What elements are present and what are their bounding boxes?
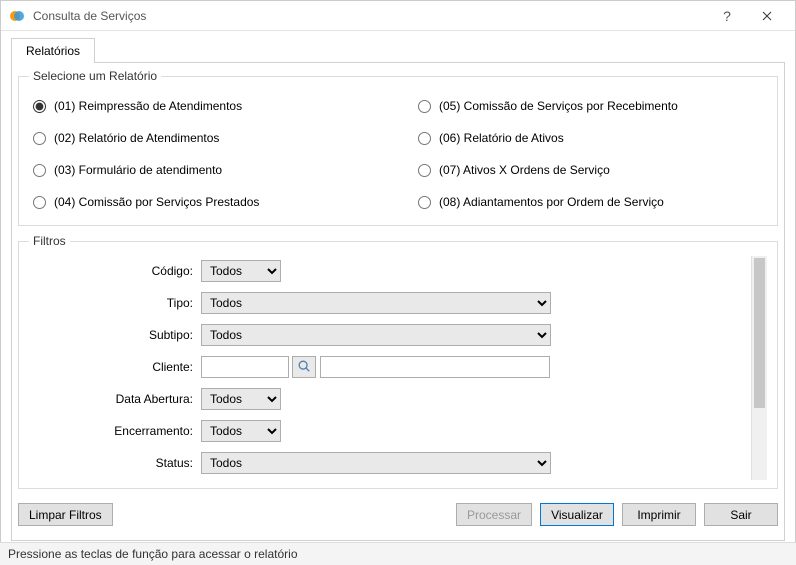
processar-button: Processar [456,503,532,526]
select-tipo[interactable]: Todos [201,292,551,314]
input-cliente-name[interactable] [320,356,550,378]
report-label: (03) Formulário de atendimento [54,163,222,177]
titlebar: Consulta de Serviços ? [1,1,795,31]
report-label: (06) Relatório de Ativos [439,131,564,145]
report-radio-06[interactable] [418,132,431,145]
report-radio-05[interactable] [418,100,431,113]
report-radio-08[interactable] [418,196,431,209]
report-option-08[interactable]: (08) Adiantamentos por Ordem de Serviço [418,195,763,209]
report-option-05[interactable]: (05) Comissão de Serviços por Recebiment… [418,99,763,113]
report-label: (01) Reimpressão de Atendimentos [54,99,242,113]
visualizar-button[interactable]: Visualizar [540,503,614,526]
window-title: Consulta de Serviços [33,9,707,23]
report-option-06[interactable]: (06) Relatório de Ativos [418,131,763,145]
label-data-abertura: Data Abertura: [31,392,201,406]
label-subtipo: Subtipo: [31,328,201,342]
reports-legend: Selecione um Relatório [29,69,161,83]
report-option-04[interactable]: (04) Comissão por Serviços Prestados [33,195,378,209]
search-icon [297,359,311,376]
select-encerramento[interactable]: Todos [201,420,281,442]
imprimir-button[interactable]: Imprimir [622,503,696,526]
filters-scrollbar[interactable] [751,256,767,480]
select-status[interactable]: Todos [201,452,551,474]
report-radio-04[interactable] [33,196,46,209]
report-radio-01[interactable] [33,100,46,113]
label-cliente: Cliente: [31,360,201,374]
report-radio-03[interactable] [33,164,46,177]
report-radio-02[interactable] [33,132,46,145]
filters-legend: Filtros [29,234,70,248]
report-label: (07) Ativos X Ordens de Serviço [439,163,610,177]
reports-group: Selecione um Relatório (01) Reimpressão … [18,69,778,226]
report-label: (02) Relatório de Atendimentos [54,131,219,145]
cliente-lookup-button[interactable] [292,356,316,378]
scrollbar-thumb[interactable] [754,258,765,408]
report-option-01[interactable]: (01) Reimpressão de Atendimentos [33,99,378,113]
app-icon [9,8,25,24]
report-label: (08) Adiantamentos por Ordem de Serviço [439,195,664,209]
close-button[interactable] [747,1,787,31]
filters-group: Filtros Código: Todos Tipo: Todos [18,234,778,489]
statusbar: Pressione as teclas de função para acess… [0,542,796,565]
label-encerramento: Encerramento: [31,424,201,438]
sair-button[interactable]: Sair [704,503,778,526]
select-codigo[interactable]: Todos [201,260,281,282]
tab-relatorios[interactable]: Relatórios [11,38,95,63]
button-bar: Limpar Filtros Processar Visualizar Impr… [18,497,778,532]
report-option-07[interactable]: (07) Ativos X Ordens de Serviço [418,163,763,177]
label-status: Status: [31,456,201,470]
limpar-filtros-button[interactable]: Limpar Filtros [18,503,113,526]
select-data-abertura[interactable]: Todos [201,388,281,410]
help-button[interactable]: ? [707,1,747,31]
report-option-02[interactable]: (02) Relatório de Atendimentos [33,131,378,145]
report-radio-07[interactable] [418,164,431,177]
report-label: (05) Comissão de Serviços por Recebiment… [439,99,678,113]
label-codigo: Código: [31,264,201,278]
report-option-03[interactable]: (03) Formulário de atendimento [33,163,378,177]
label-tipo: Tipo: [31,296,201,310]
select-subtipo[interactable]: Todos [201,324,551,346]
input-cliente-code[interactable] [201,356,289,378]
report-label: (04) Comissão por Serviços Prestados [54,195,259,209]
